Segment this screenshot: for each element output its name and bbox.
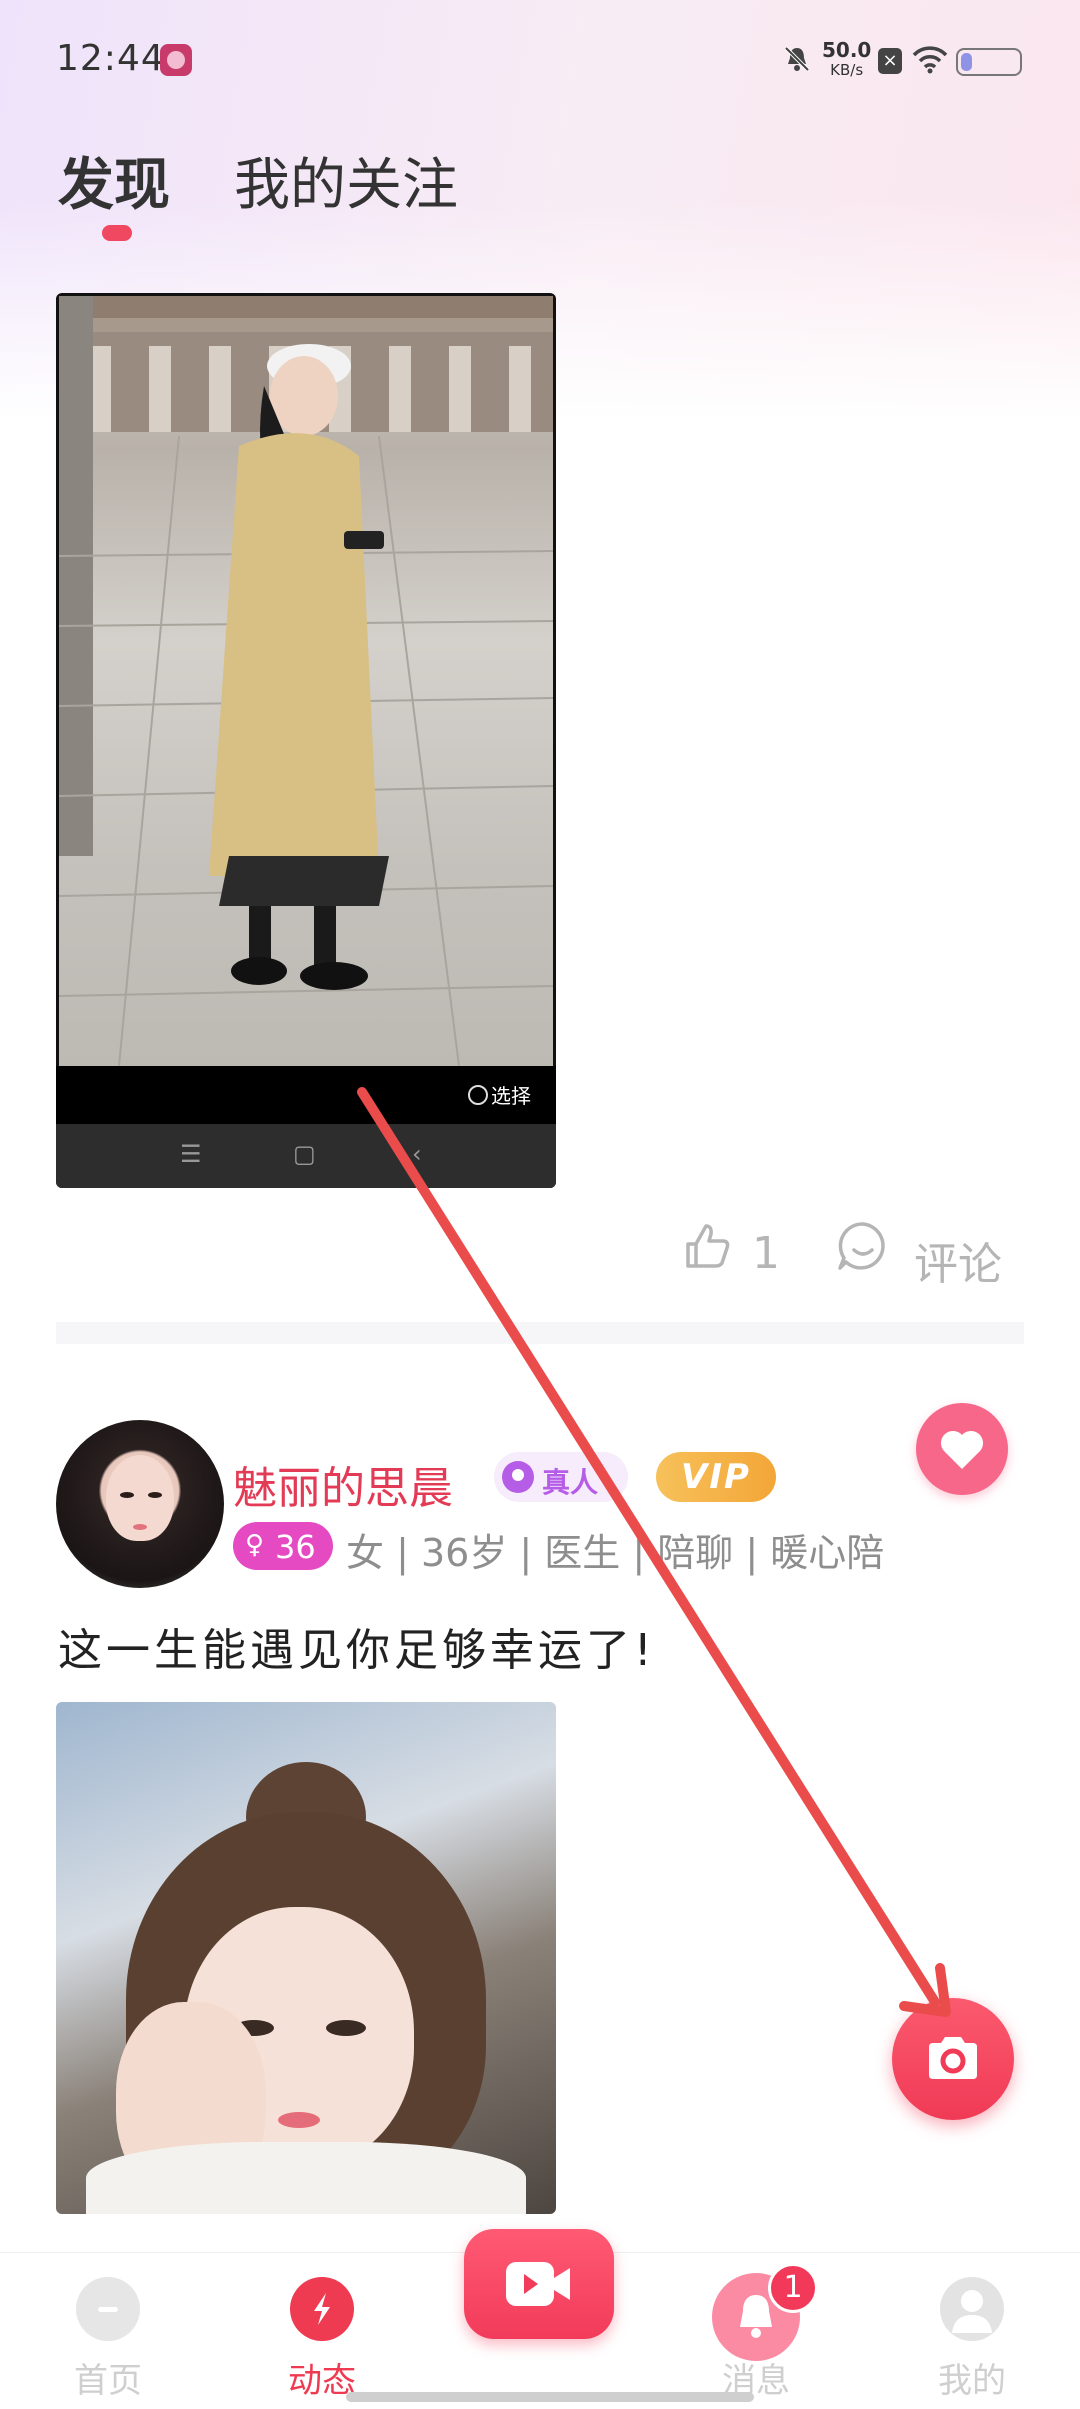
camera-icon [929, 2037, 977, 2079]
lightning-icon [290, 2277, 354, 2341]
avatar-eye [120, 1492, 134, 1498]
home-indicator [346, 2392, 754, 2402]
nav-messages[interactable]: 1 消息 [676, 2253, 836, 2409]
battery-icon [956, 48, 1022, 76]
net-speed: 50.0 KB/s [822, 40, 871, 80]
nav-video-call-button[interactable] [464, 2229, 614, 2339]
like-user-button[interactable] [916, 1403, 1008, 1495]
gender-age-badge: ♀ 36 [233, 1522, 333, 1570]
select-radio-icon [468, 1085, 488, 1105]
avatar-eye [148, 1492, 162, 1498]
square-icon: ▢ [293, 1140, 316, 1168]
bell-off-icon [784, 46, 810, 72]
verified-label: 真人 [542, 1466, 599, 1499]
bolt-glyph [314, 2293, 330, 2325]
verified-icon [502, 1461, 534, 1493]
username[interactable]: 魅丽的思晨 [233, 1452, 453, 1516]
verified-badge: 真人 [494, 1452, 628, 1502]
user-meta: 女 | 36岁 | 医生 | 陪聊 | 暖心陪 [346, 1531, 885, 1575]
tab-discover[interactable]: 发现 [58, 140, 170, 221]
post-divider [56, 1322, 1024, 1344]
heart-icon [940, 1430, 984, 1469]
post-actions: 1 评论 [0, 1210, 1080, 1290]
nav-feed[interactable]: 动态 [242, 2253, 402, 2409]
post-text: 这一生能遇见你足够幸运了! [58, 1625, 656, 1676]
status-bar: 12:44 50.0 KB/s × [0, 0, 1080, 120]
photo-lips [278, 2112, 320, 2128]
post-image-screenshot[interactable]: 选择 ☰ ▢ ‹ [56, 293, 556, 1188]
avatar-lips [133, 1524, 147, 1530]
thumbs-up-icon[interactable] [682, 1220, 734, 1272]
like-count: 1 [752, 1228, 780, 1279]
screenshot-select-bar: 选择 [56, 1066, 556, 1124]
female-icon: ♀ [245, 1530, 265, 1560]
net-speed-value: 50.0 [822, 38, 872, 62]
battery-level [961, 53, 972, 71]
photo-woman-in-trench-coat [59, 296, 553, 1066]
post-image-selfie[interactable] [56, 1702, 556, 2214]
back-icon: ‹ [412, 1140, 422, 1168]
photo-collar [86, 2142, 526, 2214]
status-time: 12:44 [56, 38, 165, 79]
nav-profile-label: 我的 [938, 2361, 1006, 2401]
select-label: 选择 [491, 1084, 531, 1108]
profile-icon [940, 2277, 1004, 2341]
nav-home-label: 首页 [74, 2361, 142, 2401]
app-icon [160, 44, 192, 76]
tab-following[interactable]: 我的关注 [234, 140, 458, 221]
menu-icon: ☰ [180, 1140, 202, 1168]
home-icon [76, 2277, 140, 2341]
photo-eye [326, 2020, 366, 2036]
age-value: 36 [275, 1528, 316, 1566]
vip-badge: VIP [656, 1452, 776, 1502]
person-glyph [952, 2290, 992, 2333]
unread-badge: 1 [768, 2263, 818, 2313]
sim-off-icon: × [878, 48, 902, 74]
avatar[interactable] [56, 1420, 224, 1588]
comment-icon[interactable] [836, 1220, 890, 1274]
wifi-icon [912, 46, 948, 74]
nav-profile[interactable]: 我的 [892, 2253, 1052, 2409]
bottom-nav: 首页 动态 1 消息 我的 [0, 2229, 1080, 2409]
nav-home[interactable]: 首页 [28, 2253, 188, 2409]
camera-post-button[interactable] [892, 1998, 1014, 2120]
video-camera-icon [506, 2262, 570, 2306]
net-speed-unit: KB/s [830, 61, 864, 79]
comment-button-label[interactable]: 评论 [914, 1228, 1002, 1292]
active-tab-indicator [102, 225, 132, 241]
screenshot-nav-bar: ☰ ▢ ‹ [56, 1124, 556, 1188]
